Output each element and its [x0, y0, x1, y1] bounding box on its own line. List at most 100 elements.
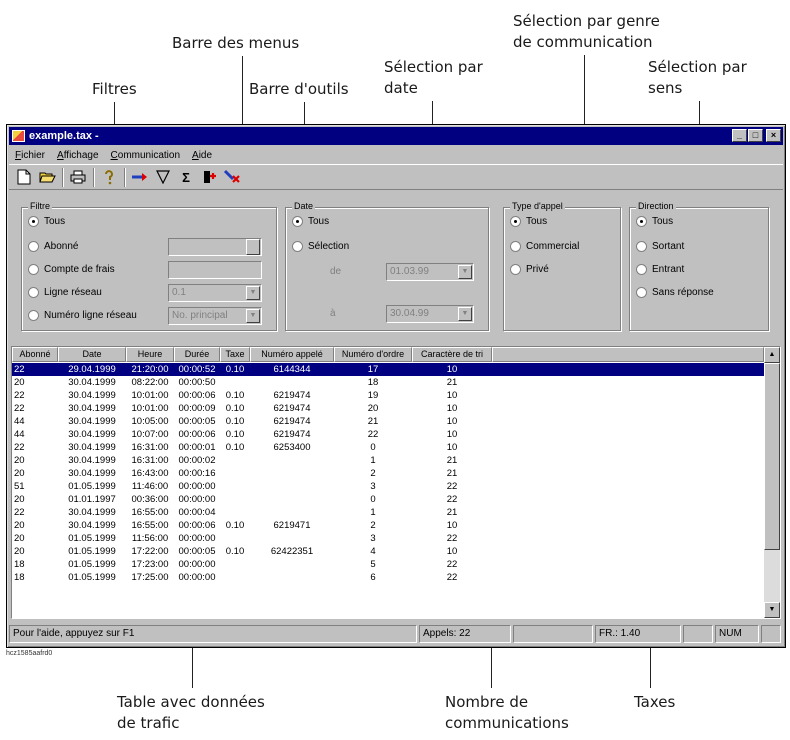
chevron-down-icon[interactable]: ▼	[458, 265, 472, 279]
sum-icon[interactable]: Σ	[175, 167, 197, 188]
filter-option-tous[interactable]: Tous	[28, 216, 65, 227]
numero-ligne-reseau-select[interactable]: No. principal ▼	[168, 307, 262, 325]
call-type-option-prive[interactable]: Privé	[510, 264, 549, 275]
cell-date: 01.05.1999	[68, 533, 116, 544]
chevron-down-icon[interactable]: ▼	[458, 307, 472, 321]
column-header-caractere-tri[interactable]: Caractère de tri	[412, 347, 492, 362]
cell-abonne: 20	[14, 468, 25, 479]
direction-option-entrant[interactable]: Entrant	[636, 264, 684, 275]
table-row[interactable]: 51 01.05.1999 11:46:00 00:00:00 3 22	[12, 480, 764, 493]
table-row[interactable]: 22 30.04.1999 10:01:00 00:00:09 0.10 6219474 2…	[12, 402, 764, 415]
filter-option-compte-de-frais[interactable]: Compte de frais	[28, 264, 115, 275]
cell-heure: 17:23:00	[131, 559, 169, 570]
table-row[interactable]: 20 01.05.1999 17:22:00 00:00:05 0.10 62422351…	[12, 545, 764, 558]
radio[interactable]	[636, 241, 647, 252]
radio-selected[interactable]	[28, 216, 39, 227]
column-header-numero-ordre[interactable]: Numéro d'ordre	[334, 347, 412, 362]
date-to-select[interactable]: 30.04.99 ▼	[386, 305, 474, 323]
radio[interactable]	[28, 264, 39, 275]
radio[interactable]	[510, 241, 521, 252]
table-row[interactable]: 18 01.05.1999 17:23:00 00:00:00 5 22	[12, 558, 764, 571]
cell-caractere-tri: 10	[446, 546, 458, 557]
scroll-down-button[interactable]: ▼	[764, 602, 780, 618]
table-row[interactable]: 20 30.04.1999 16:43:00 00:00:16 2 21	[12, 467, 764, 480]
ligne-reseau-select[interactable]: 0.1 ▼	[168, 284, 262, 302]
radio-selected[interactable]	[636, 216, 647, 227]
cell-numero-ordre: 6	[370, 572, 376, 583]
column-header-taxe[interactable]: Taxe	[220, 347, 250, 362]
table-row[interactable]: 22 30.04.1999 16:31:00 00:00:01 0.10 6253400 0…	[12, 441, 764, 454]
help-icon[interactable]	[98, 167, 120, 188]
call-type-option-commercial[interactable]: Commercial	[510, 241, 579, 252]
open-folder-icon[interactable]	[36, 167, 58, 188]
radio[interactable]	[28, 310, 39, 321]
compte-de-frais-field[interactable]	[168, 261, 262, 279]
radio[interactable]	[510, 264, 521, 275]
radio[interactable]	[636, 264, 647, 275]
table-row[interactable]: 44 30.04.1999 10:07:00 00:00:06 0.10 6219474 2…	[12, 428, 764, 441]
menu-communication[interactable]: Communication	[105, 150, 187, 161]
cell-date: 30.04.1999	[68, 377, 116, 388]
menu-affichage[interactable]: Affichage	[51, 150, 105, 161]
table-row[interactable]: 20 01.01.1997 00:36:00 00:00:00 0 22	[12, 493, 764, 506]
table-row[interactable]: 44 30.04.1999 10:05:00 00:00:05 0.10 6219474 2…	[12, 415, 764, 428]
filter-option-ligne-reseau[interactable]: Ligne réseau	[28, 287, 102, 298]
date-option-selection[interactable]: Sélection	[292, 241, 349, 252]
radio[interactable]	[28, 287, 39, 298]
title-bar[interactable]: example.tax - _ □ ×	[9, 127, 783, 145]
annotation-date-selection-line1: Sélection par	[384, 58, 483, 76]
menu-aide[interactable]: Aide	[186, 150, 218, 161]
table-row[interactable]: 18 01.05.1999 17:25:00 00:00:00 6 22	[12, 571, 764, 584]
direction-option-tous[interactable]: Tous	[636, 216, 673, 227]
table-row[interactable]: 20 30.04.1999 08:22:00 00:00:50 18 21	[12, 376, 764, 389]
chevron-down-icon[interactable]: ▼	[246, 286, 260, 300]
table-row[interactable]: 22 29.04.1999 21:20:00 00:00:52 0.10 6144344 1…	[12, 363, 764, 376]
filter-icon[interactable]	[152, 167, 174, 188]
app-icon[interactable]	[12, 130, 25, 142]
scroll-up-button[interactable]: ▲	[764, 347, 780, 363]
cell-duree: 00:00:02	[178, 455, 216, 466]
radio-selected[interactable]	[510, 216, 521, 227]
cell-taxe: 0.10	[225, 429, 245, 440]
radio-selected[interactable]	[292, 216, 303, 227]
table-row[interactable]: 20 30.04.1999 16:55:00 00:00:06 0.10 6219471 2…	[12, 519, 764, 532]
import-icon[interactable]	[129, 167, 151, 188]
vertical-scrollbar[interactable]: ▲ ▼	[764, 347, 780, 618]
minimize-button[interactable]: _	[732, 129, 747, 142]
filter-option-abonne[interactable]: Abonné	[28, 241, 78, 252]
radio[interactable]	[28, 241, 39, 252]
call-type-option-tous[interactable]: Tous	[510, 216, 547, 227]
filter-option-numero-ligne-reseau[interactable]: Numéro ligne réseau	[28, 310, 137, 321]
radio[interactable]	[636, 287, 647, 298]
direction-option-sortant[interactable]: Sortant	[636, 241, 684, 252]
column-header-numero-appele[interactable]: Numéro appelé	[250, 347, 334, 362]
close-button[interactable]: ×	[766, 129, 781, 142]
printer-icon[interactable]	[67, 167, 89, 188]
delete-icon[interactable]	[198, 167, 220, 188]
date-from-select[interactable]: 01.03.99 ▼	[386, 263, 474, 281]
image-id-label: hcz1585aafrd0	[6, 650, 53, 657]
resize-grip[interactable]	[761, 625, 781, 643]
cell-heure: 10:05:00	[131, 416, 169, 427]
table-row[interactable]: 20 30.04.1999 16:31:00 00:00:02 1 21	[12, 454, 764, 467]
menu-fichier[interactable]: Fichier	[9, 150, 51, 161]
scroll-thumb[interactable]	[764, 363, 780, 550]
date-option-tous[interactable]: Tous	[292, 216, 329, 227]
clear-icon[interactable]	[221, 167, 243, 188]
table-row[interactable]: 22 30.04.1999 10:01:00 00:00:06 0.10 6219474 1…	[12, 389, 764, 402]
direction-option-sans-reponse[interactable]: Sans réponse	[636, 287, 714, 298]
column-header-date[interactable]: Date	[58, 347, 126, 362]
abonne-field[interactable]	[168, 238, 262, 256]
maximize-button[interactable]: □	[748, 129, 763, 142]
column-header-abonne[interactable]: Abonné	[12, 347, 58, 362]
abonne-picker-button[interactable]	[246, 239, 260, 255]
table-row[interactable]: 22 30.04.1999 16:55:00 00:00:04 1 21	[12, 506, 764, 519]
radio[interactable]	[292, 241, 303, 252]
column-header-duree[interactable]: Durée	[174, 347, 220, 362]
table-row[interactable]: 20 01.05.1999 11:56:00 00:00:00 3 22	[12, 532, 764, 545]
new-document-icon[interactable]	[13, 167, 35, 188]
cell-taxe: 0.10	[225, 416, 245, 427]
chevron-down-icon[interactable]: ▼	[246, 309, 260, 323]
toolbar: Σ	[9, 164, 783, 190]
column-header-heure[interactable]: Heure	[126, 347, 174, 362]
